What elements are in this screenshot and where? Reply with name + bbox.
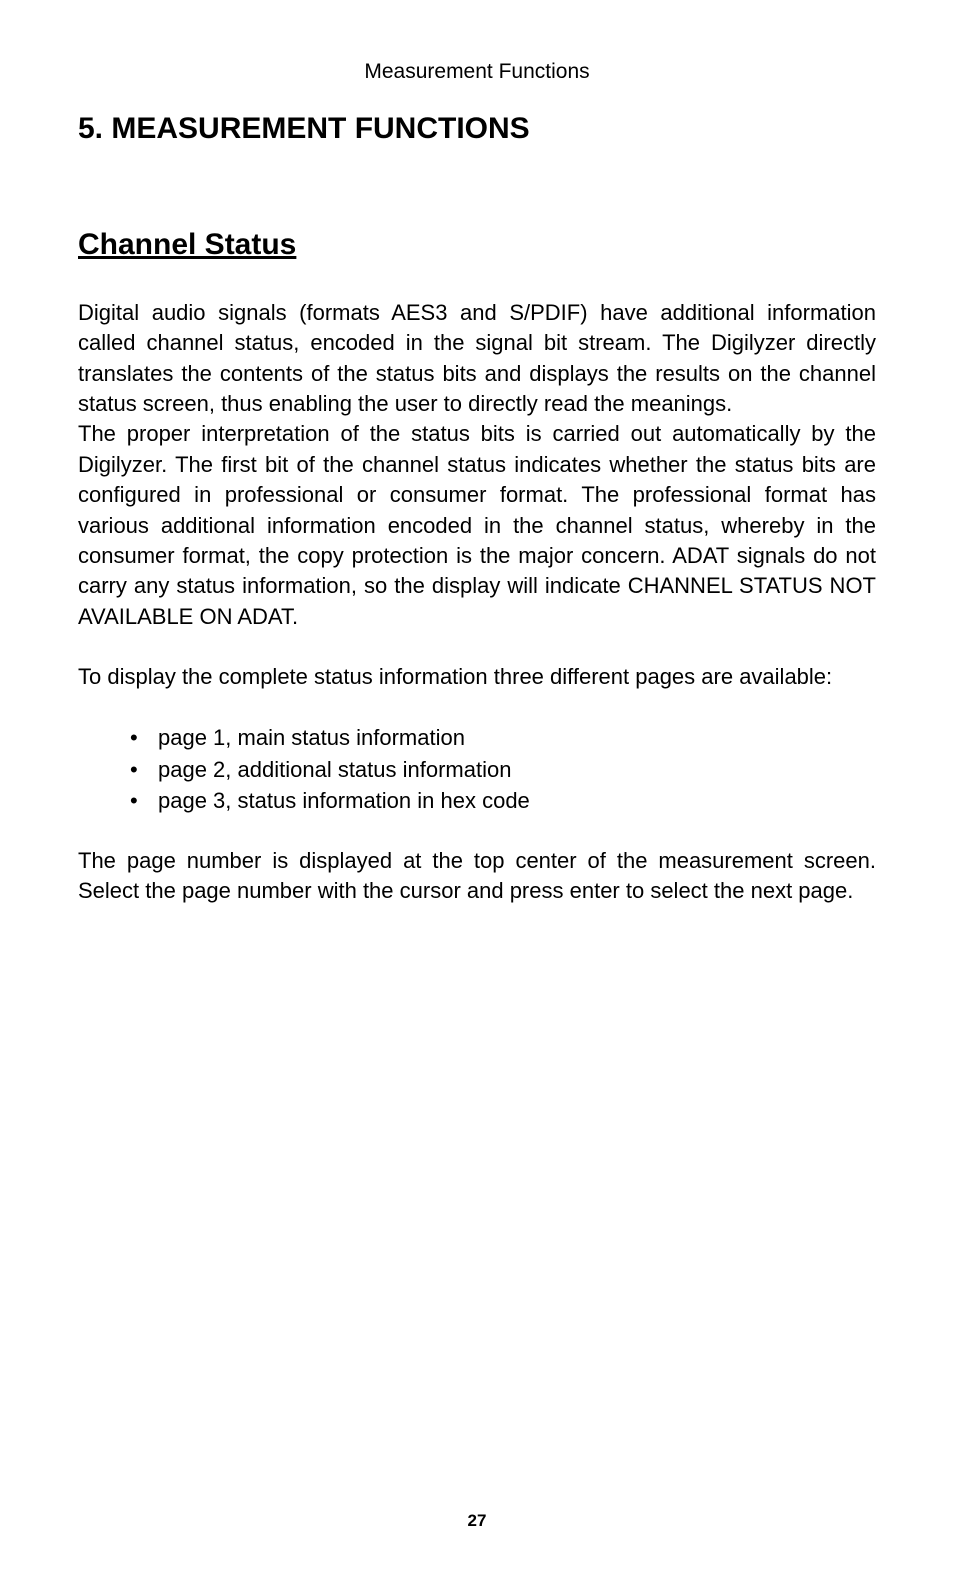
paragraph-3: To display the complete status informati… bbox=[78, 662, 876, 692]
list-item: page 2, additional status information bbox=[130, 754, 876, 785]
paragraph-1: Digital audio signals (formats AES3 and … bbox=[78, 298, 876, 419]
paragraph-block-1: Digital audio signals (formats AES3 and … bbox=[78, 298, 876, 632]
chapter-title: 5. MEASUREMENT FUNCTIONS bbox=[78, 112, 876, 146]
page-number: 27 bbox=[0, 1511, 954, 1531]
paragraph-2: The proper interpretation of the status … bbox=[78, 419, 876, 632]
bullet-list: page 1, main status information page 2, … bbox=[130, 722, 876, 816]
paragraph-4: The page number is displayed at the top … bbox=[78, 846, 876, 907]
section-title: Channel Status bbox=[78, 228, 876, 262]
page-header: Measurement Functions bbox=[78, 60, 876, 84]
list-item: page 1, main status information bbox=[130, 722, 876, 753]
list-item: page 3, status information in hex code bbox=[130, 785, 876, 816]
